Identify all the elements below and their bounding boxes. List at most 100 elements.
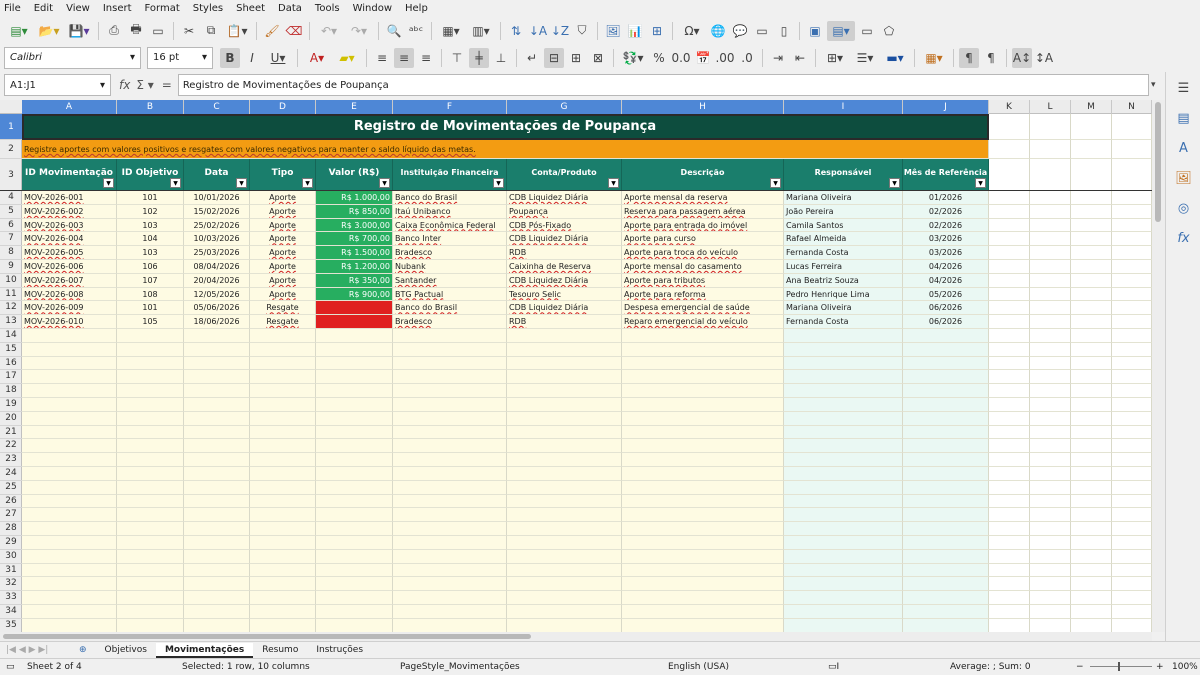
empty-cell[interactable] bbox=[1071, 384, 1112, 398]
empty-cell[interactable] bbox=[1030, 439, 1071, 454]
empty-cell[interactable] bbox=[184, 549, 250, 564]
vertical-scrollbar[interactable] bbox=[1152, 100, 1165, 632]
data-cell-r12-c5[interactable] bbox=[316, 301, 393, 316]
empty-cell[interactable] bbox=[393, 370, 507, 385]
empty-cell[interactable] bbox=[393, 411, 507, 426]
empty-cell[interactable] bbox=[1030, 384, 1071, 398]
empty-cell[interactable] bbox=[1071, 522, 1112, 536]
empty-cell[interactable] bbox=[22, 411, 117, 426]
data-cell-r8-c4[interactable]: Aporte bbox=[250, 246, 316, 260]
data-cell-r13-c2[interactable]: 105 bbox=[117, 315, 184, 329]
empty-cell[interactable] bbox=[316, 522, 393, 536]
row-header-9[interactable]: 9 bbox=[0, 260, 22, 274]
empty-cell[interactable] bbox=[1071, 315, 1112, 329]
autofilter-dropdown-icon[interactable]: ▼ bbox=[236, 178, 247, 188]
data-cell-r9-c10[interactable]: 04/2026 bbox=[903, 260, 989, 274]
empty-cell[interactable] bbox=[393, 398, 507, 412]
data-cell-r4-c6[interactable]: Banco do Brasil bbox=[393, 191, 507, 205]
empty-cell[interactable] bbox=[184, 577, 250, 592]
empty-cell[interactable] bbox=[989, 398, 1030, 412]
expand-formula-icon[interactable]: ▾ bbox=[1151, 80, 1165, 90]
empty-cell[interactable] bbox=[903, 329, 989, 343]
empty-cell[interactable] bbox=[250, 480, 316, 495]
empty-cell[interactable] bbox=[1030, 301, 1071, 316]
empty-cell[interactable] bbox=[1112, 439, 1152, 454]
empty-cell[interactable] bbox=[784, 591, 903, 605]
empty-cell[interactable] bbox=[903, 425, 989, 440]
empty-cell[interactable] bbox=[1112, 315, 1152, 329]
empty-cell[interactable] bbox=[316, 480, 393, 495]
align-middle-icon[interactable]: ╪ bbox=[469, 47, 489, 68]
empty-cell[interactable] bbox=[1071, 204, 1112, 219]
empty-cell[interactable] bbox=[784, 439, 903, 454]
empty-cell[interactable] bbox=[22, 591, 117, 605]
empty-cell[interactable] bbox=[1030, 273, 1071, 288]
empty-cell[interactable] bbox=[184, 342, 250, 357]
empty-cell[interactable] bbox=[507, 384, 622, 398]
empty-cell[interactable] bbox=[316, 411, 393, 426]
empty-cell[interactable] bbox=[184, 356, 250, 371]
column-header-n[interactable]: N bbox=[1112, 100, 1152, 114]
empty-cell[interactable] bbox=[1112, 273, 1152, 288]
empty-cell[interactable] bbox=[117, 549, 184, 564]
sort-ascending-icon[interactable]: ↓A bbox=[528, 21, 548, 41]
empty-cell[interactable] bbox=[316, 508, 393, 523]
data-cell-r5-c8[interactable]: Reserva para passagem aérea bbox=[622, 204, 784, 219]
data-cell-r7-c7[interactable]: CDB Liquidez Diária bbox=[507, 232, 622, 247]
highlight-color-icon[interactable]: ▰▾ bbox=[333, 48, 361, 68]
empty-cell[interactable] bbox=[1071, 536, 1112, 550]
number-format-icon[interactable]: 0.0 bbox=[671, 48, 691, 68]
percent-format-icon[interactable]: % bbox=[649, 48, 669, 68]
empty-cell[interactable] bbox=[1071, 114, 1112, 140]
empty-cell[interactable] bbox=[989, 273, 1030, 288]
row-header-11[interactable]: 11 bbox=[0, 288, 22, 302]
empty-cell[interactable] bbox=[989, 494, 1030, 509]
row-header-24[interactable]: 24 bbox=[0, 467, 22, 481]
empty-cell[interactable] bbox=[1112, 329, 1152, 343]
text-orientation-icon[interactable]: A↕ bbox=[1012, 47, 1032, 68]
empty-cell[interactable] bbox=[507, 453, 622, 467]
empty-cell[interactable] bbox=[22, 425, 117, 440]
menu-item-styles[interactable]: Styles bbox=[193, 3, 223, 14]
data-cell-r11-c10[interactable]: 05/2026 bbox=[903, 287, 989, 302]
empty-cell[interactable] bbox=[622, 480, 784, 495]
autofilter-dropdown-icon[interactable]: ▼ bbox=[302, 178, 313, 188]
column-header-f[interactable]: F bbox=[393, 100, 507, 114]
data-cell-r11-c5[interactable]: R$ 900,00 bbox=[316, 287, 393, 302]
empty-cell[interactable] bbox=[184, 467, 250, 481]
empty-cell[interactable] bbox=[22, 605, 117, 619]
styles-icon[interactable]: A bbox=[1166, 134, 1200, 162]
column-heading-6[interactable]: Instituição Financeira ▼ bbox=[393, 159, 507, 191]
empty-cell[interactable] bbox=[1071, 425, 1112, 440]
data-cell-r4-c4[interactable]: Aporte bbox=[250, 191, 316, 205]
empty-cell[interactable] bbox=[989, 159, 1030, 191]
empty-cell[interactable] bbox=[507, 356, 622, 371]
row-header-15[interactable]: 15 bbox=[0, 343, 22, 357]
empty-cell[interactable] bbox=[22, 563, 117, 578]
empty-cell[interactable] bbox=[22, 549, 117, 564]
empty-cell[interactable] bbox=[784, 425, 903, 440]
row-header-27[interactable]: 27 bbox=[0, 508, 22, 523]
data-cell-r11-c3[interactable]: 12/05/2026 bbox=[184, 287, 250, 302]
empty-cell[interactable] bbox=[989, 329, 1030, 343]
empty-cell[interactable] bbox=[784, 384, 903, 398]
empty-cell[interactable] bbox=[1030, 467, 1071, 481]
empty-cell[interactable] bbox=[1030, 246, 1071, 260]
right-to-left-icon[interactable]: ¶ bbox=[981, 48, 1001, 68]
data-cell-r9-c7[interactable]: Caixinha de Reserva bbox=[507, 260, 622, 274]
data-cell-r9-c6[interactable]: Nubank bbox=[393, 260, 507, 274]
empty-cell[interactable] bbox=[989, 204, 1030, 219]
data-cell-r13-c10[interactable]: 06/2026 bbox=[903, 315, 989, 329]
row-header-29[interactable]: 29 bbox=[0, 536, 22, 550]
empty-cell[interactable] bbox=[989, 453, 1030, 467]
empty-cell[interactable] bbox=[1071, 508, 1112, 523]
save-icon[interactable]: 💾▾ bbox=[65, 21, 93, 41]
sheet-title-cell[interactable]: Registro de Movimentações de Poupança bbox=[22, 114, 989, 140]
data-cell-r11-c8[interactable]: Aporte para reforma bbox=[622, 287, 784, 302]
empty-cell[interactable] bbox=[184, 618, 250, 632]
empty-cell[interactable] bbox=[393, 384, 507, 398]
column-header-m[interactable]: M bbox=[1071, 100, 1112, 114]
align-top-icon[interactable]: ⊤ bbox=[447, 48, 467, 68]
empty-cell[interactable] bbox=[1071, 287, 1112, 302]
row-header-33[interactable]: 33 bbox=[0, 591, 22, 605]
